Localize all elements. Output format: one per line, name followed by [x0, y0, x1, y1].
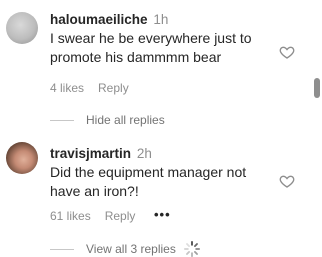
more-options-icon[interactable]: ••• [154, 207, 171, 222]
like-count[interactable]: 4 likes [50, 81, 84, 95]
comments-panel: haloumaeiliche 1h I swear he be everywhe… [0, 0, 322, 257]
comment-meta: 61 likes Reply [50, 208, 149, 224]
comment-header: travisjmartin 2h [50, 145, 280, 162]
heart-icon[interactable] [279, 44, 295, 60]
view-replies-button[interactable]: View all 3 replies [50, 241, 176, 257]
heart-icon[interactable] [279, 173, 295, 189]
view-replies-label: View all 3 replies [86, 242, 176, 256]
scrollbar[interactable] [314, 78, 320, 98]
username[interactable]: haloumaeiliche [50, 12, 148, 27]
comment-text: I swear he be everywhere just to promote… [50, 30, 252, 65]
avatar[interactable] [6, 142, 38, 174]
timestamp: 2h [136, 146, 152, 161]
reply-button[interactable]: Reply [98, 81, 129, 95]
hide-replies-button[interactable]: Hide all replies [50, 112, 165, 128]
comment-header: haloumaeiliche 1h [50, 11, 280, 28]
comment-2: travisjmartin 2h Did the equipment manag… [50, 145, 280, 201]
comment-meta: 4 likes Reply [50, 80, 143, 96]
reply-button[interactable]: Reply [105, 209, 136, 223]
divider-line [50, 249, 74, 251]
timestamp: 1h [153, 12, 169, 27]
comment-1: haloumaeiliche 1h I swear he be everywhe… [50, 11, 280, 67]
comment-text: Did the equipment manager not have an ir… [50, 164, 247, 199]
hide-replies-label: Hide all replies [86, 113, 165, 127]
like-count[interactable]: 61 likes [50, 209, 91, 223]
avatar[interactable] [6, 12, 38, 44]
divider-line [50, 120, 74, 122]
username[interactable]: travisjmartin [50, 146, 131, 161]
spinner-icon [183, 240, 201, 257]
